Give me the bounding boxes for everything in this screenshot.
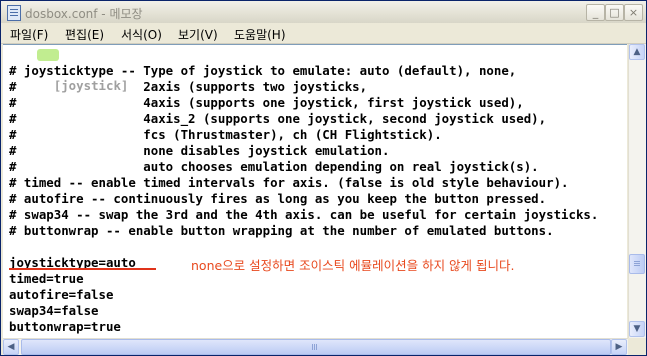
menu-format[interactable]: 서식(O)	[121, 26, 162, 43]
scroll-right-button[interactable]: ▶	[611, 339, 627, 355]
minimize-button[interactable]: _	[586, 4, 605, 21]
editor-line: # fcs (Thrustmaster), ch (CH Flightstick…	[9, 127, 442, 142]
annotation-underline	[9, 268, 156, 270]
annotation-note: none으로 설정하면 조이스틱 에뮬레이션을 하지 않게 됩니다.	[191, 258, 515, 273]
editor-line: # swap34 -- swap the 3rd and the 4th axi…	[9, 207, 599, 222]
title-bar[interactable]: dosbox.conf - 메모장 _ □ ×	[1, 1, 646, 24]
menu-help[interactable]: 도움말(H)	[234, 26, 286, 43]
editor-line: # 4axis_2 (supports one joystick, second…	[9, 111, 547, 126]
text-highlight	[37, 49, 59, 61]
scroll-down-button[interactable]: ▼	[629, 321, 645, 337]
vertical-scroll-thumb[interactable]	[629, 254, 645, 274]
horizontal-scroll-thumb[interactable]	[21, 339, 611, 355]
editor-line: timed=true	[9, 271, 84, 286]
notepad-icon[interactable]	[7, 5, 21, 21]
menu-view[interactable]: 보기(V)	[178, 26, 218, 43]
editor-line: [joystick]	[9, 46, 128, 93]
menu-file[interactable]: 파일(F)	[10, 26, 48, 43]
editor-line: # auto chooses emulation depending on re…	[9, 159, 539, 174]
editor-line: autofire=false	[9, 287, 114, 302]
menu-edit[interactable]: 편집(E)	[65, 26, 104, 43]
editor-line: # buttonwrap -- enable button wrapping a…	[9, 223, 554, 238]
close-button[interactable]: ×	[624, 4, 643, 21]
text-editor[interactable]: [joystick] # joysticktype -- Type of joy…	[3, 44, 627, 338]
editor-line: # 2axis (supports two joysticks,	[9, 79, 368, 94]
horizontal-scrollbar[interactable]: ◀ ▶	[3, 338, 628, 355]
editor-line: # timed -- enable timed intervals for ax…	[9, 175, 569, 190]
editor-line: # joysticktype -- Type of joystick to em…	[9, 63, 517, 78]
size-grip	[628, 338, 645, 354]
menu-bar: 파일(F) 편집(E) 서식(O) 보기(V) 도움말(H)	[1, 23, 646, 44]
editor-line: swap34=false	[9, 303, 99, 318]
editor-line: # none disables joystick emulation.	[9, 143, 390, 158]
maximize-button[interactable]: □	[605, 4, 624, 21]
editor-line: # 4axis (supports one joystick, first jo…	[9, 95, 524, 110]
scroll-left-button[interactable]: ◀	[3, 339, 19, 355]
notepad-window: dosbox.conf - 메모장 _ □ × 파일(F) 편집(E) 서식(O…	[0, 0, 647, 356]
vertical-scrollbar[interactable]: ▲ ▼	[628, 44, 646, 338]
editor-line: # autofire -- continuously fires as long…	[9, 191, 547, 206]
editor-line: buttonwrap=true	[9, 319, 121, 334]
window-title: dosbox.conf - 메모장	[25, 7, 143, 21]
scroll-up-button[interactable]: ▲	[629, 44, 645, 60]
